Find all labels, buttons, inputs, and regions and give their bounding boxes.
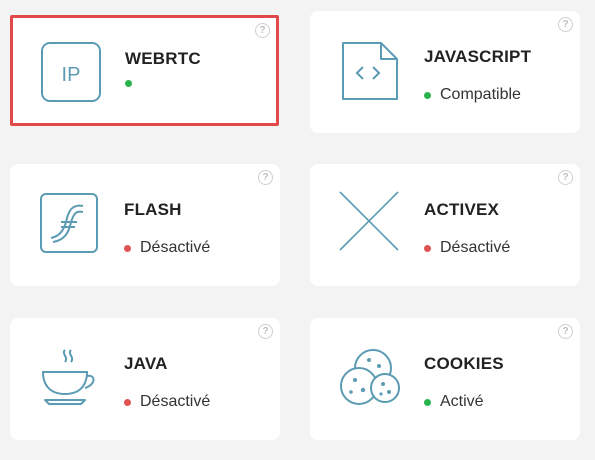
card-title: COOKIES [424, 354, 504, 373]
status-text: Activé [440, 393, 484, 410]
status-dot [424, 91, 431, 99]
card-status [125, 80, 141, 87]
card-java[interactable]: ? JAVA Désactivé [10, 318, 280, 440]
card-status: Compatible [424, 86, 521, 104]
card-cookies[interactable]: ? COOKIES Activé [310, 318, 580, 440]
help-icon[interactable]: ? [258, 170, 273, 185]
coffee-cup-icon [41, 349, 95, 405]
help-icon[interactable]: ? [558, 17, 573, 32]
status-text: Désactivé [140, 239, 211, 256]
card-flash[interactable]: ? FLASH Désactivé [10, 164, 280, 286]
card-status: Désactivé [424, 239, 510, 257]
card-title: ACTIVEX [424, 200, 500, 219]
status-text: Désactivé [440, 239, 511, 256]
card-title: FLASH [124, 200, 182, 219]
svg-text:IP: IP [62, 64, 81, 86]
card-javascript[interactable]: ? JAVASCRIPT Compatible [310, 11, 580, 133]
help-icon[interactable]: ? [558, 170, 573, 185]
code-file-icon [342, 42, 398, 100]
cookies-icon [340, 349, 400, 405]
status-text: Compatible [440, 86, 521, 103]
card-title: JAVASCRIPT [424, 47, 532, 66]
status-dot [124, 398, 131, 406]
help-icon[interactable]: ? [255, 23, 270, 38]
card-status: Désactivé [124, 393, 210, 411]
status-text: Désactivé [140, 393, 211, 410]
card-webrtc[interactable]: ? IP WEBRTC [10, 15, 279, 126]
card-title: WEBRTC [125, 49, 201, 68]
flash-icon [40, 193, 98, 253]
help-icon[interactable]: ? [558, 324, 573, 339]
card-status: Désactivé [124, 239, 210, 257]
status-dot [125, 80, 132, 87]
status-dot [124, 244, 131, 252]
ip-icon: IP [41, 42, 101, 102]
cross-icon [339, 191, 399, 251]
status-dot [424, 398, 431, 406]
card-activex[interactable]: ? ACTIVEX Désactivé [310, 164, 580, 286]
card-title: JAVA [124, 354, 168, 373]
card-status: Activé [424, 393, 484, 411]
status-dot [424, 244, 431, 252]
help-icon[interactable]: ? [258, 324, 273, 339]
